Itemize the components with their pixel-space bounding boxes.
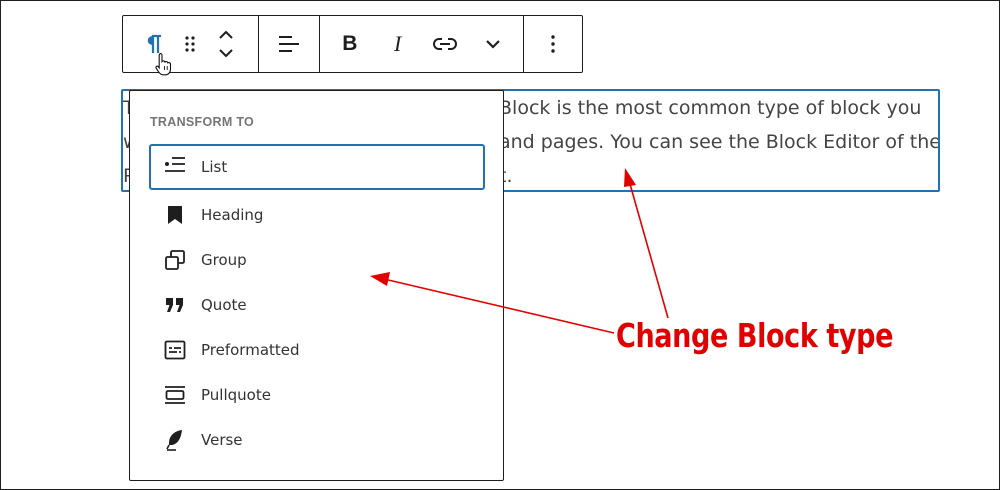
arrow-to-toolbar [629,183,669,319]
annotation-arrows [370,168,669,334]
arrowhead-toolbar [624,168,636,187]
arrowhead-menu [370,272,390,286]
annotation-label: Change Block type [616,316,894,355]
arrow-to-menu [383,278,615,334]
